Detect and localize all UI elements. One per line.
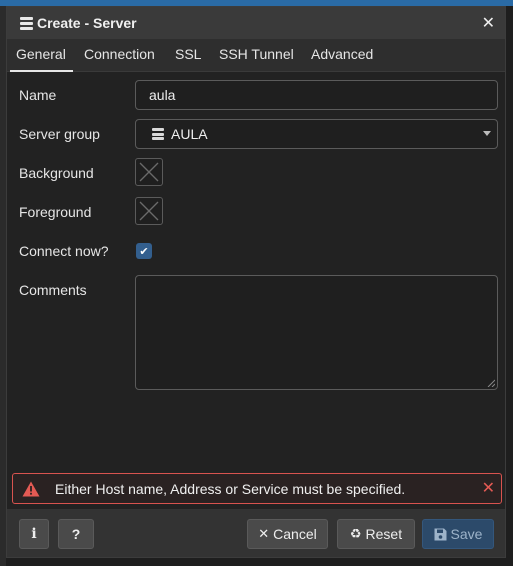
resize-handle-icon[interactable] (487, 379, 495, 387)
tab-advanced[interactable]: Advanced (311, 39, 373, 70)
cancel-button[interactable]: ✕ Cancel (247, 519, 328, 549)
dialog-title: Create - Server (37, 15, 137, 31)
foreground-color-picker[interactable] (135, 197, 163, 225)
cancel-icon: ✕ (258, 526, 270, 542)
tab-general[interactable]: General (10, 39, 73, 72)
save-button[interactable]: Save (422, 519, 494, 549)
save-icon (434, 528, 447, 540)
comments-textarea[interactable] (135, 275, 498, 390)
server-group-icon (152, 128, 164, 140)
no-color-icon (139, 162, 159, 182)
help-button[interactable]: ? (58, 519, 94, 549)
tab-bar: General Connection SSL SSH Tunnel Advanc… (7, 39, 505, 72)
close-icon[interactable]: ✕ (482, 478, 495, 497)
help-icon: ? (71, 526, 81, 542)
name-label: Name (19, 87, 57, 103)
warning-icon (22, 481, 40, 496)
dialog-footer: i ? ✕ Cancel ♻ Reset Save (7, 509, 505, 557)
create-server-dialog: Create - Server ✕ General Connection SSL… (6, 6, 506, 558)
server-group-select[interactable]: AULA (135, 119, 498, 149)
reset-label: Reset (365, 526, 403, 542)
background-color-picker[interactable] (135, 158, 163, 186)
no-color-icon (139, 201, 159, 221)
checkmark-icon: ✔ (139, 244, 149, 258)
save-label: Save (450, 526, 483, 542)
comments-label: Comments (19, 282, 87, 298)
caret-down-icon (483, 131, 491, 136)
foreground-label: Foreground (19, 204, 92, 220)
tab-ssh-tunnel[interactable]: SSH Tunnel (219, 39, 294, 70)
error-message: Either Host name, Address or Service mus… (55, 480, 406, 497)
name-input[interactable]: aula (135, 80, 498, 110)
tab-ssl[interactable]: SSL (175, 39, 201, 70)
cancel-label: Cancel (273, 526, 317, 542)
background-label: Background (19, 165, 94, 181)
server-group-label: Server group (19, 126, 100, 142)
server-group-icon (20, 16, 33, 30)
info-button[interactable]: i (19, 519, 49, 549)
reset-icon: ♻ (349, 526, 362, 542)
connect-now-checkbox[interactable]: ✔ (136, 243, 152, 259)
close-icon[interactable]: ✕ (482, 13, 495, 32)
error-alert: Either Host name, Address or Service mus… (12, 473, 502, 504)
tab-connection[interactable]: Connection (84, 39, 155, 70)
connect-now-label: Connect now? (19, 243, 109, 259)
info-icon: i (31, 526, 37, 542)
dialog-titlebar[interactable]: Create - Server ✕ (7, 7, 505, 39)
server-group-value: AULA (171, 126, 208, 142)
reset-button[interactable]: ♻ Reset (337, 519, 415, 549)
